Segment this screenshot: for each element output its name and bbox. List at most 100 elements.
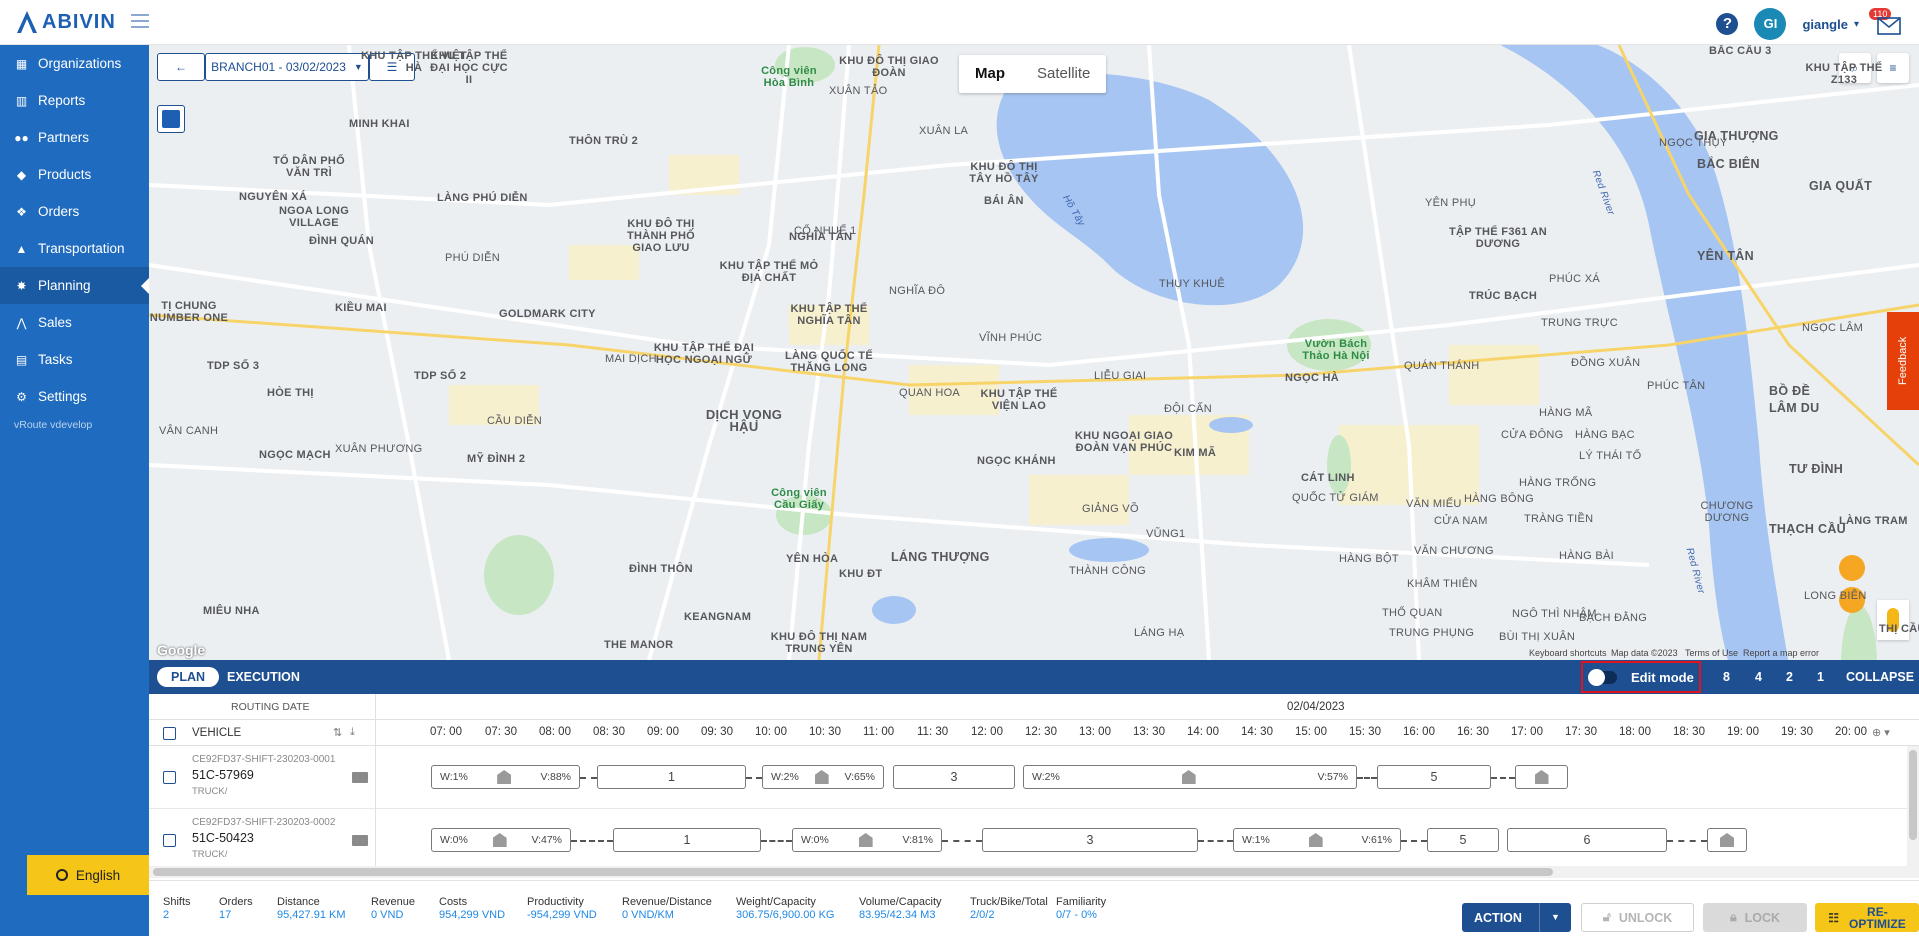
sidebar-item-label: Orders <box>38 204 80 219</box>
map-label: KIM MÃ <box>1174 447 1217 459</box>
summary-stat: Truck/Bike/Total 2/0/2 <box>970 896 1048 922</box>
route-segment[interactable]: W:0% V:47% <box>431 828 571 852</box>
layer-toggle-button[interactable] <box>157 105 185 133</box>
route-connector <box>571 840 613 842</box>
route-segment[interactable]: W:2% V:57% <box>1023 765 1357 789</box>
map-type-satellite[interactable]: Satellite <box>1021 55 1106 93</box>
sort-icon[interactable]: ⇅ <box>333 726 342 739</box>
user-name: giangle <box>1802 16 1848 32</box>
summary-stat-value: 2 <box>163 909 170 921</box>
terms-link[interactable]: Terms of Use <box>1685 648 1738 658</box>
map-type-map[interactable]: Map <box>959 55 1021 93</box>
stop-segment[interactable]: 5 <box>1427 828 1499 852</box>
route-segment[interactable]: W:0% V:81% <box>792 828 942 852</box>
collapse-button[interactable]: COLLAPSE <box>1846 670 1914 684</box>
sidebar-item-label: Planning <box>38 278 91 293</box>
sidebar-item-orders[interactable]: ❖ Orders <box>0 193 149 230</box>
scrollbar-thumb[interactable] <box>153 868 1553 876</box>
help-icon[interactable]: ? <box>1716 13 1739 35</box>
stop-segment[interactable]: 3 <box>982 828 1198 852</box>
summary-stat-value: 83.95/42.34 M3 <box>859 909 936 921</box>
map-label: TDP SỐ 3 <box>207 360 260 372</box>
depot-segment[interactable] <box>1515 765 1568 789</box>
map-label: VĂN MIẾU <box>1406 498 1462 510</box>
stop-count: 5 <box>1430 770 1438 784</box>
zoom-icon[interactable]: ⊕ ▾ <box>1872 726 1890 739</box>
summary-stat-label: Productivity <box>527 896 584 908</box>
back-button[interactable]: ← <box>157 53 205 81</box>
route-segment[interactable]: W:1% V:61% <box>1233 828 1401 852</box>
menu-toggle-icon[interactable] <box>131 14 149 30</box>
sidebar-item-organizations[interactable]: ▦ Organizations <box>0 45 149 82</box>
tab-plan[interactable]: PLAN <box>157 667 220 687</box>
tab-execution[interactable]: EXECUTION <box>227 667 300 687</box>
sidebar-item-transportation[interactable]: ▲ Transportation <box>0 230 149 267</box>
keyboard-shortcuts-link[interactable]: Keyboard shortcuts <box>1529 648 1607 658</box>
map-label: NGỌC HÀ <box>1285 372 1340 384</box>
stop-count: 3 <box>950 770 958 784</box>
timeline-header: ROUTING DATE 02/04/2023 <box>149 694 1919 720</box>
notifications-button[interactable]: 110 <box>1869 8 1901 35</box>
select-all-checkbox[interactable] <box>163 727 176 740</box>
map-label: LIỄU GIAI <box>1094 370 1147 382</box>
sidebar-item-planning[interactable]: ✸ Planning <box>0 267 149 304</box>
map-label: TRÚC BẠCH <box>1469 290 1538 302</box>
row-checkbox[interactable] <box>163 771 176 784</box>
stat-3[interactable]: 2 <box>1786 670 1793 684</box>
route-segment[interactable]: W:2% V:65% <box>762 765 884 789</box>
edit-mode-label: Edit mode <box>1631 669 1694 685</box>
map-label: KIỀU MAI <box>335 302 387 314</box>
sidebar-item-products[interactable]: ◆ Products <box>0 156 149 193</box>
route-icon-button[interactable] <box>1839 555 1865 581</box>
download-icon[interactable]: ⤓ <box>350 726 355 739</box>
sidebar-item-partners[interactable]: ●● Partners <box>0 119 149 156</box>
sidebar-item-tasks[interactable]: ▤ Tasks <box>0 341 149 378</box>
stop-segment[interactable]: 5 <box>1377 765 1491 789</box>
lock-button[interactable]: 🔒︎ LOCK <box>1703 903 1807 932</box>
language-selector[interactable]: English <box>27 855 149 895</box>
sidebar-item-settings[interactable]: ⚙ Settings <box>0 378 149 415</box>
horizontal-scrollbar[interactable] <box>149 866 1919 878</box>
abivin-logo[interactable]: ABIVIN <box>16 10 116 34</box>
map-view[interactable]: ← BRANCH01 - 03/02/2023 ▼ ☰ Map Satellite… <box>149 45 1919 660</box>
vehicle-row[interactable]: CE92FD37-SHIFT-230203-0002 51C-50423 TRU… <box>149 809 1919 872</box>
avatar[interactable]: GI <box>1754 8 1787 40</box>
stop-segment[interactable]: 1 <box>613 828 761 852</box>
user-menu[interactable]: giangle ▾ <box>1802 17 1859 32</box>
toggle-switch[interactable] <box>1588 668 1617 686</box>
branch-select[interactable]: BRANCH01 - 03/02/2023 ▼ <box>205 53 369 81</box>
time-tick: 19: 00 <box>1727 726 1759 738</box>
map-label: YÊN HÒA <box>786 553 839 565</box>
map-label: QUAN HOA <box>899 387 961 399</box>
vertical-scrollbar[interactable] <box>1907 746 1919 866</box>
stat-4[interactable]: 1 <box>1817 670 1824 684</box>
report-map-error-link[interactable]: Report a map error <box>1743 648 1819 658</box>
map-label: BÁI ÂN <box>984 195 1024 207</box>
map-label: ĐÌNH THÔN <box>629 563 693 575</box>
map-label: PHÚ DIỄN <box>445 252 500 264</box>
route-segment[interactable]: W:1% V:88% <box>431 765 580 789</box>
stat-2[interactable]: 4 <box>1755 670 1762 684</box>
cubes-icon: ❖ <box>16 204 27 219</box>
caret-down-icon[interactable]: ▼ <box>1539 903 1571 932</box>
reoptimize-button[interactable]: ☷ RE- OPTIMIZE <box>1815 903 1919 932</box>
map-label: KHU TẬP THỂ MỎ ĐỊA CHẤT <box>719 260 819 284</box>
sidebar-item-sales[interactable]: ⋀ Sales <box>0 304 149 341</box>
map-label: KHU ĐÔ THỊ THÀNH PHỐ GIAO LƯU <box>626 218 696 254</box>
stat-1[interactable]: 8 <box>1723 670 1730 684</box>
edit-mode-toggle[interactable]: Edit mode <box>1581 661 1701 693</box>
feedback-tab[interactable]: Feedback <box>1887 312 1919 410</box>
unlock-button[interactable]: 🔓︎ UNLOCK <box>1581 903 1694 932</box>
stop-segment[interactable]: 1 <box>597 765 746 789</box>
action-button[interactable]: ACTION ▼ <box>1462 903 1571 932</box>
plan-bar: PLAN EXECUTION Edit mode 8 4 2 1 COLLAPS… <box>149 660 1919 694</box>
depot-segment[interactable] <box>1707 828 1747 852</box>
sidebar-item-reports[interactable]: ▥ Reports <box>0 82 149 119</box>
stop-segment[interactable]: 6 <box>1507 828 1667 852</box>
map-label: HÒE THỊ <box>267 387 314 399</box>
time-tick: 14: 30 <box>1241 726 1273 738</box>
stop-segment[interactable]: 3 <box>893 765 1015 789</box>
map-label: NGOA LONG VILLAGE <box>278 205 350 229</box>
row-checkbox[interactable] <box>163 834 176 847</box>
vehicle-row[interactable]: CE92FD37-SHIFT-230203-0001 51C-57969 TRU… <box>149 746 1919 809</box>
